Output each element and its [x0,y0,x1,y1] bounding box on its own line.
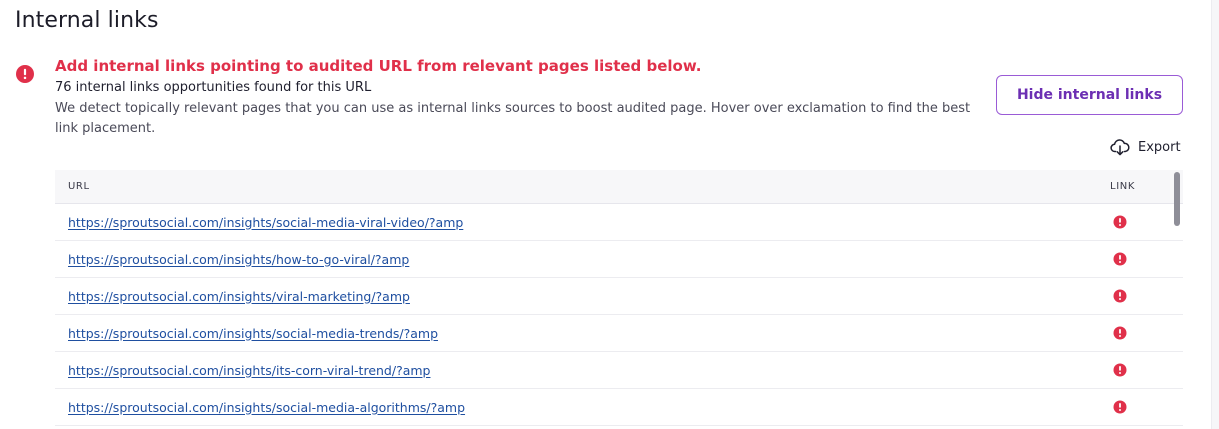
exclamation-circle-icon[interactable] [1113,252,1127,266]
alert-description: We detect topically relevant pages that … [55,101,971,136]
exclamation-circle-icon[interactable] [1113,363,1127,377]
page-title: Internal links [15,8,159,33]
alert-headline: Add internal links pointing to audited U… [55,57,702,75]
source-url-link[interactable]: https://sproutsocial.com/insights/its-co… [68,363,431,378]
table-row: https://sproutsocial.com/insights/social… [55,315,1183,352]
table-header: URL LINK [55,170,1183,204]
column-header-link: LINK [1110,181,1135,192]
table-row: https://sproutsocial.com/insights/its-co… [55,352,1183,389]
exclamation-circle-icon [16,65,34,83]
internal-links-panel: Internal links Add internal links pointi… [0,0,1219,429]
exclamation-circle-icon[interactable] [1113,215,1127,229]
page-edge-divider [1211,0,1219,429]
table-row: https://sproutsocial.com/insights/social… [55,204,1183,241]
exclamation-circle-icon[interactable] [1113,289,1127,303]
exclamation-circle-icon[interactable] [1113,400,1127,414]
column-header-url: URL [68,181,90,192]
source-url-link[interactable]: https://sproutsocial.com/insights/social… [68,326,438,341]
source-url-link[interactable]: https://sproutsocial.com/insights/social… [68,400,465,415]
export-button[interactable]: Export [1110,137,1181,157]
export-label: Export [1138,139,1181,155]
table-body: https://sproutsocial.com/insights/social… [55,204,1183,426]
source-url-link[interactable]: https://sproutsocial.com/insights/social… [68,215,463,230]
internal-links-table: URL LINK https://sproutsocial.com/insigh… [55,170,1183,429]
table-row: https://sproutsocial.com/insights/viral-… [55,278,1183,315]
source-url-link[interactable]: https://sproutsocial.com/insights/how-to… [68,252,409,267]
hide-internal-links-button[interactable]: Hide internal links [996,75,1183,115]
table-scrollbar[interactable] [1174,172,1180,226]
opportunity-count: 76 internal links opportunities found fo… [55,80,372,95]
table-row: https://sproutsocial.com/insights/how-to… [55,241,1183,278]
source-url-link[interactable]: https://sproutsocial.com/insights/viral-… [68,289,410,304]
cloud-download-icon [1110,139,1130,156]
exclamation-circle-icon[interactable] [1113,326,1127,340]
table-row: https://sproutsocial.com/insights/social… [55,389,1183,426]
